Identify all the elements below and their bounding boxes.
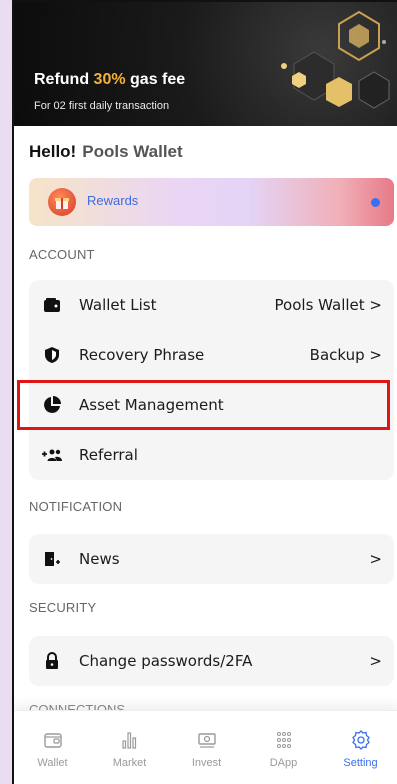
news-row[interactable]: News >	[29, 534, 394, 584]
news-label: News	[79, 550, 120, 568]
nav-dapp[interactable]: DApp	[254, 729, 314, 769]
rewards-label: Rewards	[87, 193, 139, 208]
security-card: Change passwords/2FA >	[29, 636, 394, 686]
promo-banner[interactable]: Refund 30% gas fee For 02 first daily tr…	[14, 2, 397, 126]
asset-management-label: Asset Management	[79, 396, 224, 414]
wallet-icon	[43, 733, 62, 748]
change-password-label: Change passwords/2FA	[79, 652, 253, 670]
nav-invest[interactable]: Invest	[177, 729, 237, 769]
nav-invest-label: Invest	[191, 757, 222, 769]
section-security: SECURITY	[29, 600, 97, 615]
nav-setting[interactable]: Setting	[331, 729, 391, 769]
grid-dots-icon	[276, 732, 291, 748]
account-card: Wallet List Pools Wallet > Recovery Phra…	[17, 280, 394, 480]
shield-icon	[41, 344, 63, 366]
change-password-chevron: >	[369, 652, 382, 670]
notification-dot	[371, 198, 380, 207]
nav-wallet[interactable]: Wallet	[23, 729, 83, 769]
referral-row[interactable]: Referral	[29, 430, 394, 480]
nav-market-label: Market	[112, 757, 147, 769]
add-users-icon	[41, 444, 63, 466]
greeting-hello: Hello!	[29, 142, 77, 161]
rewards-card[interactable]: Rewards	[29, 178, 394, 226]
recovery-phrase-row[interactable]: Recovery Phrase Backup >	[29, 330, 394, 380]
settings-screen: Refund 30% gas fee For 02 first daily tr…	[12, 0, 397, 784]
cube-art-icon	[281, 10, 390, 109]
bottom-nav: Wallet Market Invest DApp Setting	[14, 710, 397, 784]
money-icon	[197, 733, 216, 748]
nav-wallet-label: Wallet	[37, 757, 68, 769]
recovery-phrase-value: Backup >	[309, 346, 382, 364]
pie-chart-icon	[41, 394, 63, 416]
section-notification: NOTIFICATION	[29, 499, 123, 514]
gift-icon	[48, 188, 76, 216]
nav-dapp-label: DApp	[269, 757, 298, 769]
wallet-icon	[41, 294, 63, 316]
notification-card: News >	[29, 534, 394, 584]
change-password-row[interactable]: Change passwords/2FA >	[29, 636, 394, 686]
greeting: Hello! Pools Wallet	[29, 142, 183, 162]
chart-icon	[121, 732, 136, 749]
gear-icon	[351, 730, 370, 750]
wallet-list-row[interactable]: Wallet List Pools Wallet >	[29, 280, 394, 330]
referral-label: Referral	[79, 446, 138, 464]
recovery-phrase-label: Recovery Phrase	[79, 346, 205, 364]
nav-setting-label: Setting	[343, 757, 378, 769]
nav-market[interactable]: Market	[100, 729, 160, 769]
asset-management-row[interactable]: Asset Management	[17, 380, 390, 430]
section-account: ACCOUNT	[29, 247, 95, 262]
greeting-wallet-name: Pools Wallet	[82, 142, 183, 161]
banner-title: Refund 30% gas fee	[34, 71, 186, 88]
banner-subtitle: For 02 first daily transaction	[34, 100, 170, 112]
wallet-list-value: Pools Wallet >	[274, 296, 382, 314]
lock-icon	[41, 650, 63, 672]
door-plus-icon	[41, 548, 63, 570]
wallet-list-label: Wallet List	[79, 296, 157, 314]
news-chevron: >	[369, 550, 382, 568]
banner-highlight: 30%	[93, 71, 126, 88]
